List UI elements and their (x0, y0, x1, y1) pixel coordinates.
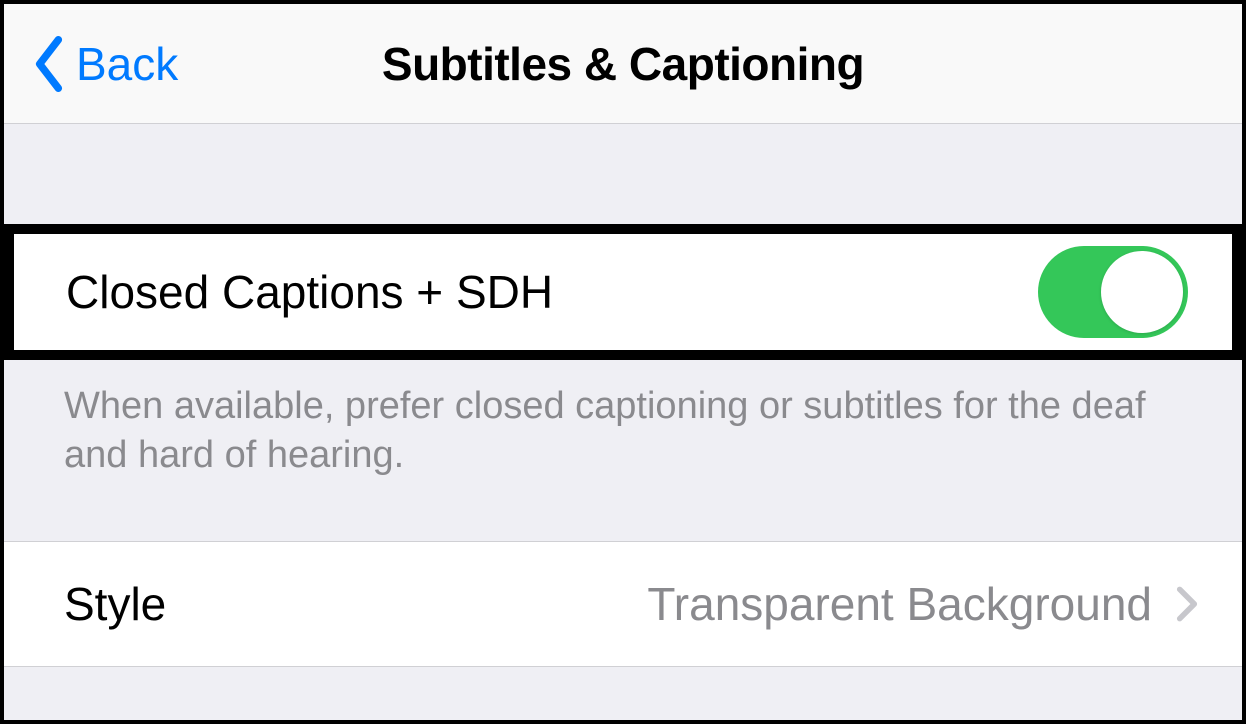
closed-captions-label: Closed Captions + SDH (66, 265, 553, 319)
closed-captions-footer: When available, prefer closed captioning… (4, 360, 1242, 481)
closed-captions-toggle[interactable] (1038, 246, 1188, 338)
back-label: Back (76, 37, 178, 91)
chevron-left-icon (32, 36, 66, 92)
style-value: Transparent Background (647, 577, 1152, 631)
style-row[interactable]: Style Transparent Background (4, 541, 1242, 667)
closed-captions-row-highlight: Closed Captions + SDH (4, 224, 1242, 360)
section-spacer (4, 124, 1242, 224)
toggle-knob (1101, 251, 1183, 333)
page-title: Subtitles & Captioning (4, 37, 1242, 91)
style-label: Style (64, 577, 166, 631)
navigation-bar: Back Subtitles & Captioning (4, 4, 1242, 124)
chevron-right-icon (1176, 585, 1198, 623)
closed-captions-row[interactable]: Closed Captions + SDH (14, 234, 1232, 350)
style-right: Transparent Background (647, 577, 1198, 631)
section-spacer (4, 481, 1242, 541)
back-button[interactable]: Back (32, 36, 178, 92)
